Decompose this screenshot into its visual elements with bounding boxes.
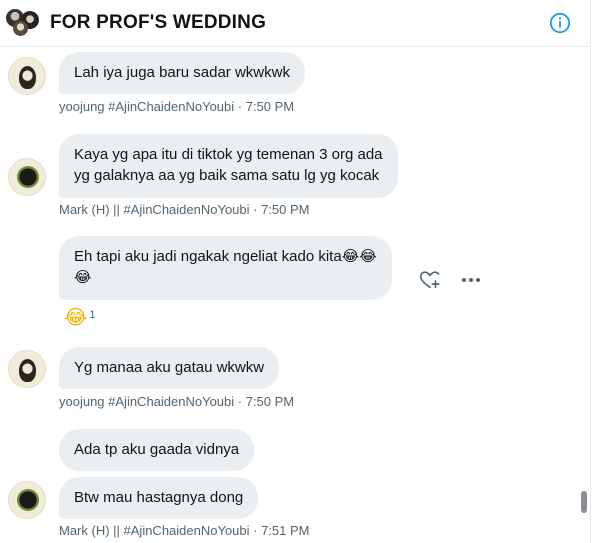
avatar-yoojung[interactable] [8,57,46,95]
emoji-text: 😂😂 [341,247,377,265]
info-icon[interactable] [549,12,571,34]
emoji-text: 😂 [74,268,92,286]
message-text-line: Kaya yg apa itu di tiktok yg temenan 3 o… [74,146,383,163]
message-bubble[interactable]: Eh tapi aku jadi ngakak ngeliat kado kit… [59,236,392,300]
message-text-line: Eh tapi aku jadi ngakak ngeliat kado kit… [74,248,342,265]
message-text: Yg manaa aku gatau wkwkw [74,359,265,376]
message-meta: Mark (H) || #AjinChaidenNoYoubi · 7:50 P… [59,202,310,217]
message-meta: yoojung #AjinChaidenNoYoubi · 7:50 PM [59,394,295,409]
message-meta: Mark (H) || #AjinChaidenNoYoubi · 7:51 P… [59,523,310,538]
avatar-yoojung[interactable] [8,350,46,388]
message-bubble[interactable]: Yg manaa aku gatau wkwkw [59,347,280,389]
reaction-emoji: 😂 [64,305,88,329]
scrollbar-thumb[interactable] [581,491,587,513]
message-text: Lah iya juga baru sadar wkwkwk [74,64,290,81]
avatar-mark[interactable] [8,158,46,196]
message-text-line: yg galaknya aa yg baik sama satu lg yg k… [74,167,380,184]
reaction-count: 1 [89,309,96,321]
message-text: Btw mau hastagnya dong [74,489,244,506]
message-meta: yoojung #AjinChaidenNoYoubi · 7:50 PM [59,99,295,114]
more-icon[interactable] [460,271,482,289]
message-bubble[interactable]: Lah iya juga baru sadar wkwkwk [59,52,305,94]
panel-border [590,0,591,543]
message-bubble[interactable]: Ada tp aku gaada vidnya [59,429,255,471]
conversation-title[interactable]: FOR PROF'S WEDDING [50,12,266,34]
message-bubble[interactable]: Btw mau hastagnya dong [59,477,259,519]
avatar-mark[interactable] [8,481,46,519]
message-text: Ada tp aku gaada vidnya [74,441,240,458]
conversation-header: FOR PROF'S WEDDING [0,0,590,47]
message-bubble[interactable]: Kaya yg apa itu di tiktok yg temenan 3 o… [59,134,398,198]
reaction-badge[interactable]: 😂 1 [64,305,96,329]
heart-plus-icon[interactable] [419,269,441,291]
group-avatar[interactable] [6,9,40,37]
